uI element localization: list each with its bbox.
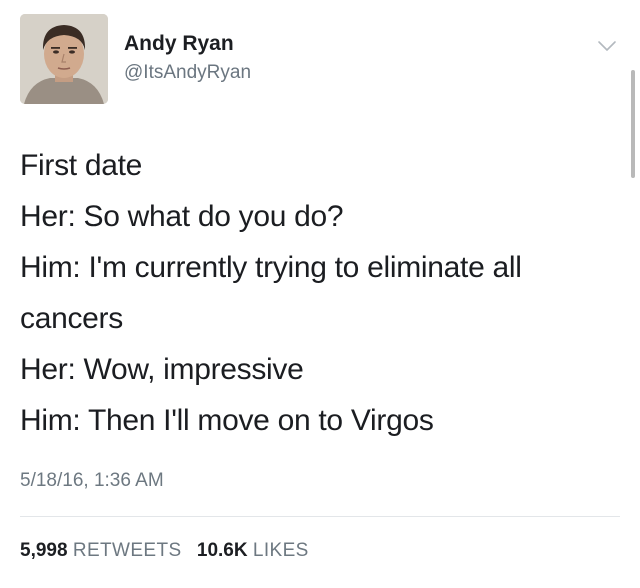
likes-count: 10.6K [196, 540, 248, 561]
chevron-down-icon [598, 41, 616, 51]
divider [20, 516, 620, 517]
scrollbar-thumb[interactable] [631, 70, 635, 178]
retweets-label: RETWEETS [72, 540, 182, 561]
retweets-stat[interactable]: 5,998 RETWEETS [20, 540, 197, 561]
author-display-name[interactable]: Andy Ryan [124, 32, 234, 56]
tweet-text-line: Him: I'm currently trying to eliminate a… [20, 251, 522, 284]
tweet-text-line: cancers [20, 302, 123, 335]
tweet-text-line: First date [20, 149, 143, 182]
tweet-text-line: Him: Then I'll move on to Virgos [20, 404, 434, 437]
tweet-card: Andy Ryan @ItsAndyRyan First date Her: S… [0, 0, 640, 588]
user-avatar[interactable] [20, 14, 108, 104]
likes-stat[interactable]: 10.6K LIKES [197, 540, 319, 561]
tweet-text: First date Her: So what do you do? Him: … [20, 140, 620, 446]
retweets-count: 5,998 [20, 540, 68, 561]
tweet-stats: 5,998 RETWEETS 10.6K LIKES [20, 540, 319, 562]
tweet-menu-button[interactable] [596, 38, 618, 54]
tweet-text-line: Her: So what do you do? [20, 200, 344, 233]
author-handle[interactable]: @ItsAndyRyan [124, 62, 251, 84]
likes-label: LIKES [252, 540, 309, 561]
avatar-icon [20, 14, 108, 104]
tweet-text-line: Her: Wow, impressive [20, 353, 304, 386]
tweet-timestamp[interactable]: 5/18/16, 1:36 AM [20, 470, 164, 492]
